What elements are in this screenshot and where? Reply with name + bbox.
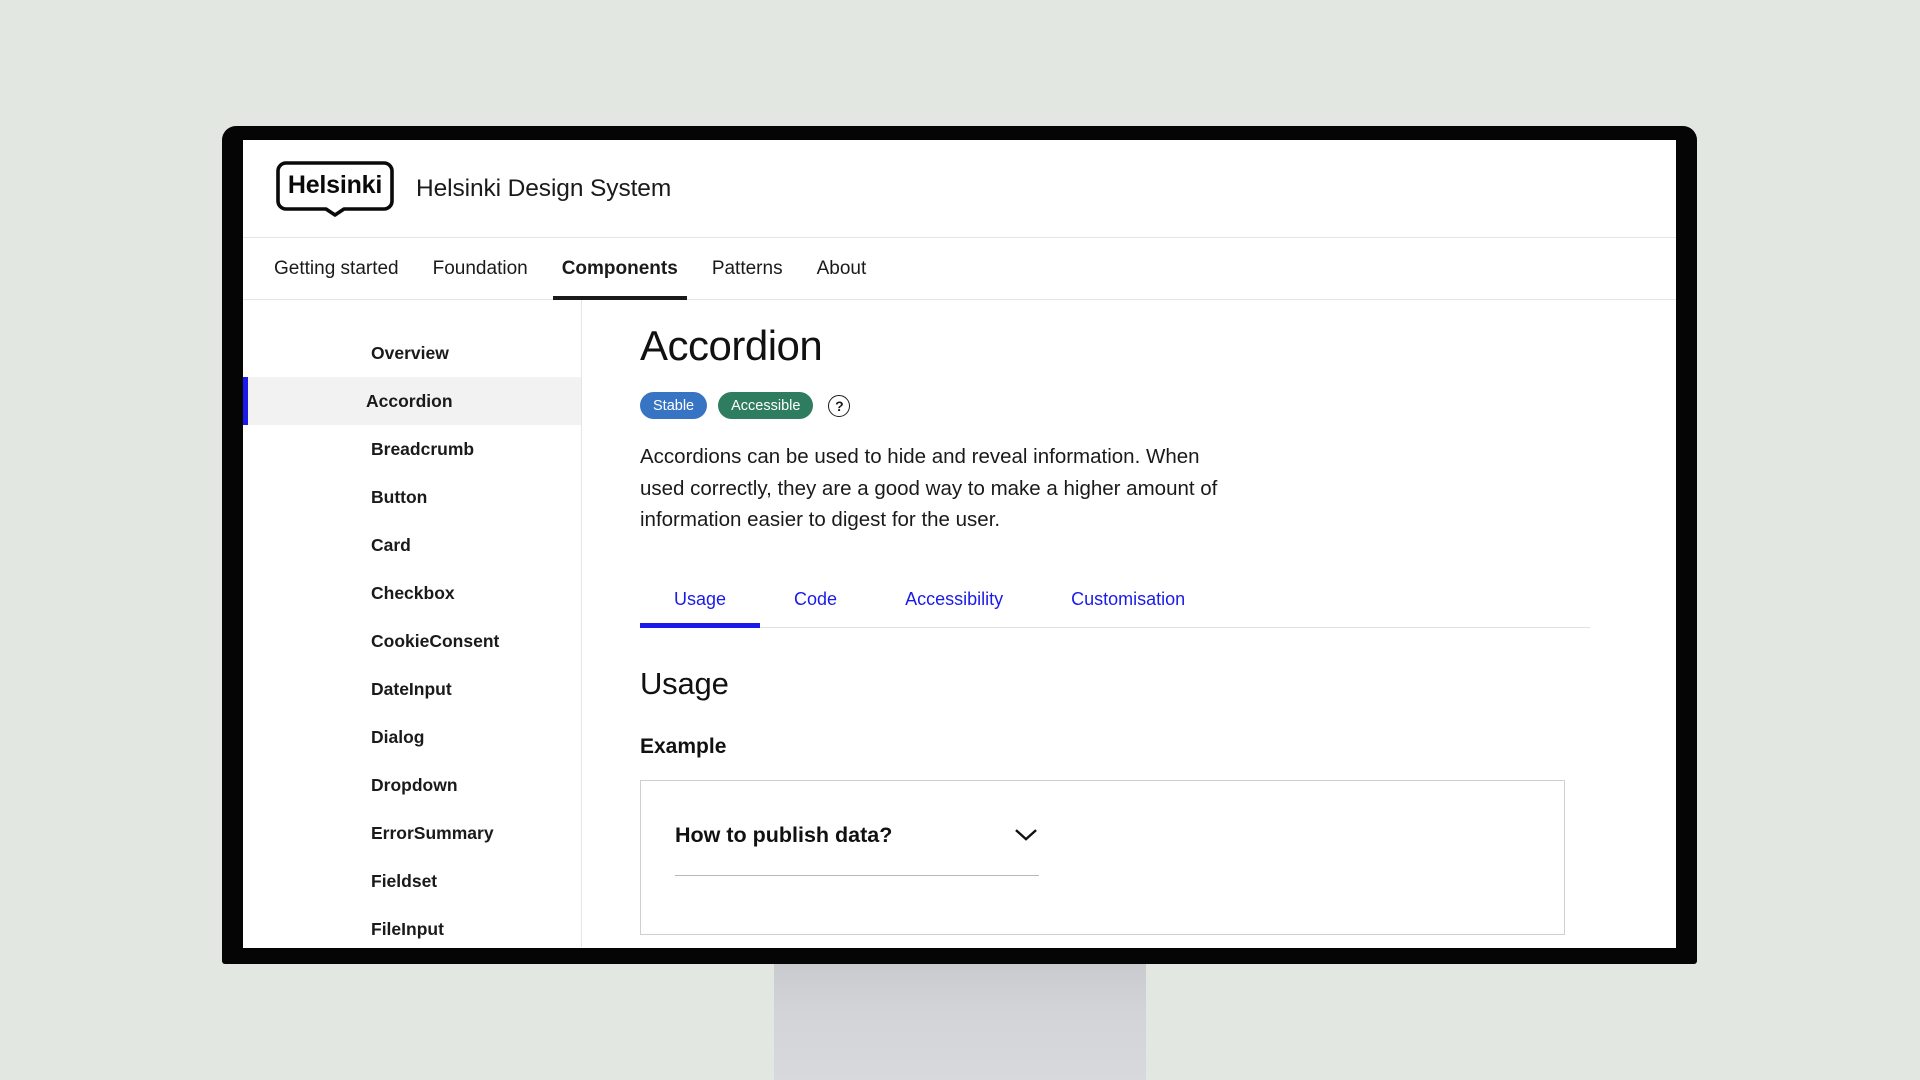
- page-title: Accordion: [640, 322, 823, 369]
- sidebar-item-label: Card: [371, 534, 411, 555]
- tab-customisation[interactable]: Customisation: [1037, 585, 1219, 627]
- sidebar-item-label: Breadcrumb: [371, 438, 475, 459]
- sidebar-item-button[interactable]: Button: [243, 473, 581, 521]
- site-header: Helsinki Helsinki Design System: [243, 140, 1676, 238]
- sidebar-item-overview[interactable]: Overview: [243, 329, 581, 377]
- nav-item-getting-started[interactable]: Getting started: [274, 238, 416, 299]
- sidebar-item-breadcrumb[interactable]: Breadcrumb: [243, 425, 581, 473]
- nav-item-about[interactable]: About: [800, 238, 884, 299]
- nav-label: About: [816, 257, 867, 279]
- sidebar-item-errorsummary[interactable]: ErrorSummary: [243, 809, 581, 857]
- sidebar-item-label: Button: [371, 486, 428, 507]
- sidebar-item-dateinput[interactable]: DateInput: [243, 665, 581, 713]
- nav-label: Components: [561, 257, 678, 279]
- sidebar-item-label: Dialog: [371, 726, 425, 747]
- component-description: Accordions can be used to hide and revea…: [640, 445, 1218, 531]
- sidebar-item-label: Dropdown: [371, 774, 458, 795]
- sidebar-item-label: FileInput: [371, 918, 444, 939]
- status-badge-group: Stable Accessible ?: [640, 392, 1676, 420]
- tab-label: Usage: [674, 589, 727, 610]
- nav-item-patterns[interactable]: Patterns: [695, 238, 800, 299]
- page-body: Overview Accordion Breadcrumb Button Car…: [243, 300, 1676, 947]
- tab-accessibility[interactable]: Accessibility: [871, 585, 1037, 627]
- sidebar-item-dialog[interactable]: Dialog: [243, 713, 581, 761]
- sidebar-item-fileinput[interactable]: FileInput: [243, 905, 581, 948]
- sidebar-item-dropdown[interactable]: Dropdown: [243, 761, 581, 809]
- content-tabs: Usage Code Accessibility Customisation: [640, 585, 1590, 629]
- nav-label: Getting started: [274, 257, 399, 279]
- nav-item-foundation[interactable]: Foundation: [416, 238, 545, 299]
- sidebar-item-label: DateInput: [371, 678, 452, 699]
- subsection-title-example: Example: [640, 735, 727, 759]
- nav-item-components[interactable]: Components: [545, 238, 695, 300]
- tab-label: Customisation: [1071, 589, 1186, 610]
- tab-label: Accessibility: [905, 589, 1004, 610]
- main-content: Accordion Stable Accessible ? Accordions…: [582, 300, 1676, 947]
- sidebar-item-card[interactable]: Card: [243, 521, 581, 569]
- sidebar-item-label: Checkbox: [371, 582, 455, 603]
- main-navigation: Getting started Foundation Components Pa…: [243, 238, 1676, 300]
- accordion-divider: [675, 875, 1039, 877]
- sidebar-item-label: Fieldset: [371, 870, 438, 891]
- screen: Helsinki Helsinki Design System Getting …: [243, 140, 1676, 948]
- component-sidebar: Overview Accordion Breadcrumb Button Car…: [243, 300, 582, 947]
- sidebar-item-cookieconsent[interactable]: CookieConsent: [243, 617, 581, 665]
- tab-code[interactable]: Code: [760, 585, 871, 627]
- site-title: Helsinki Design System: [416, 174, 672, 202]
- sidebar-item-fieldset[interactable]: Fieldset: [243, 857, 581, 905]
- section-title-usage: Usage: [640, 666, 729, 702]
- example-preview-box: How to publish data?: [640, 780, 1565, 936]
- monitor-bezel: Helsinki Helsinki Design System Getting …: [222, 126, 1697, 964]
- chevron-down-icon[interactable]: [1015, 829, 1037, 842]
- monitor-stand: [774, 960, 1146, 1080]
- sidebar-item-label: Accordion: [366, 390, 453, 411]
- question-mark-circle-icon[interactable]: ?: [828, 394, 851, 417]
- nav-label: Foundation: [432, 257, 528, 279]
- sidebar-item-checkbox[interactable]: Checkbox: [243, 569, 581, 617]
- logo-text: Helsinki: [287, 171, 383, 199]
- sidebar-item-accordion[interactable]: Accordion: [243, 377, 581, 425]
- sidebar-item-label: CookieConsent: [371, 630, 500, 651]
- logo-block[interactable]: Helsinki Helsinki Design System: [274, 160, 672, 217]
- helsinki-shield-icon[interactable]: Helsinki: [274, 160, 396, 217]
- sidebar-item-label: Overview: [371, 342, 449, 363]
- tab-usage[interactable]: Usage: [640, 585, 761, 629]
- accordion-header[interactable]: How to publish data?: [675, 823, 1039, 848]
- nav-label: Patterns: [711, 257, 783, 279]
- tab-label: Code: [794, 589, 838, 610]
- sidebar-item-label: ErrorSummary: [371, 822, 494, 843]
- status-badge-accessible: Accessible: [718, 392, 814, 420]
- accordion-title: How to publish data?: [675, 823, 893, 848]
- status-badge-stable: Stable: [640, 392, 708, 420]
